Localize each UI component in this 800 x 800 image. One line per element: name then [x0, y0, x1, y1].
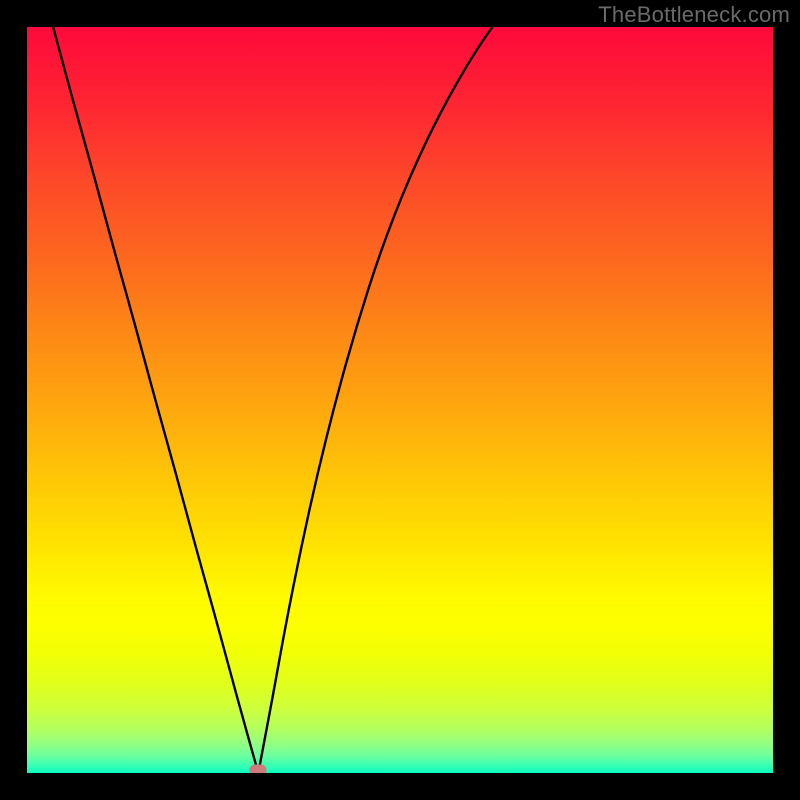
- curve-layer: [27, 27, 773, 773]
- plot-area: [27, 27, 773, 773]
- bottleneck-curve: [53, 27, 773, 773]
- chart-container: TheBottleneck.com: [0, 0, 800, 800]
- minimum-marker: [250, 765, 267, 774]
- watermark-text: TheBottleneck.com: [598, 2, 790, 28]
